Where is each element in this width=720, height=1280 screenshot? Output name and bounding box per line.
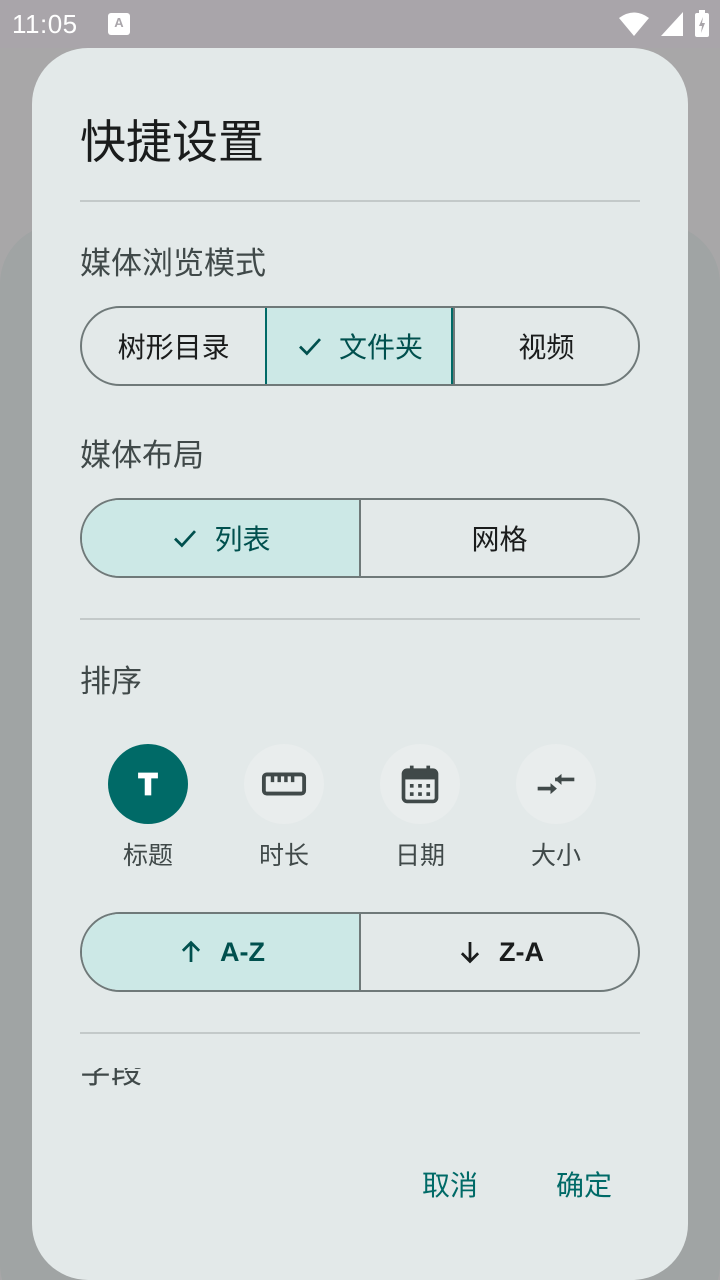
sort-icon-button[interactable] <box>380 744 460 824</box>
sort-by-title[interactable]: 标题 <box>98 744 198 872</box>
divider <box>80 200 640 202</box>
partial-label-text: 字段 <box>80 1068 142 1090</box>
sort-item-label: 标题 <box>122 841 173 870</box>
divider <box>80 1032 640 1034</box>
media-mode-video[interactable]: 视频 <box>452 308 638 384</box>
option-label: 网格 <box>471 523 528 556</box>
sort-by-size[interactable]: 大小 <box>506 744 606 872</box>
sort-item-label: 日期 <box>394 841 445 870</box>
sort-label: 排序 <box>80 664 142 700</box>
quick-settings-dialog: 快捷设置 媒体浏览模式 树形目录 文件夹 视频 媒体布局 列表 网格 排序 标题 <box>32 48 688 1280</box>
check-icon <box>295 331 325 361</box>
arrow-down-icon <box>455 937 485 967</box>
notification-icon: A <box>108 13 130 35</box>
calendar-icon <box>401 765 439 804</box>
option-label: 视频 <box>518 331 575 364</box>
sort-icon-button[interactable] <box>108 744 188 824</box>
confirm-button[interactable]: 确定 <box>556 1164 612 1204</box>
option-label: 文件夹 <box>338 331 423 364</box>
next-section-label-partial: 字段 <box>80 1068 142 1090</box>
sort-item-label: 大小 <box>530 841 581 870</box>
compare-arrows-icon <box>537 773 575 795</box>
battery-icon <box>695 10 709 37</box>
sort-icon-button[interactable] <box>516 744 596 824</box>
status-time: 11:05 <box>12 9 78 39</box>
option-label: Z-A <box>499 936 544 967</box>
media-mode-folder[interactable]: 文件夹 <box>265 308 453 384</box>
layout-grid[interactable]: 网格 <box>359 500 638 576</box>
sort-order-segmented: A-Z Z-A <box>80 912 640 992</box>
option-label: A-Z <box>220 936 265 967</box>
arrow-up-icon <box>176 937 206 967</box>
divider <box>80 618 640 620</box>
dialog-actions: 取消 确定 <box>422 1164 612 1204</box>
media-mode-segmented: 树形目录 文件夹 视频 <box>80 306 640 386</box>
check-icon <box>170 523 200 553</box>
dialog-title: 快捷设置 <box>80 115 264 169</box>
option-label: 树形目录 <box>117 331 230 364</box>
cellular-signal-icon <box>661 12 683 36</box>
sort-by-date[interactable]: 日期 <box>370 744 470 872</box>
sort-icon-button[interactable] <box>244 744 324 824</box>
order-descending[interactable]: Z-A <box>359 914 638 990</box>
sort-by-duration[interactable]: 时长 <box>234 744 334 872</box>
layout-list[interactable]: 列表 <box>82 500 359 576</box>
media-mode-tree[interactable]: 树形目录 <box>82 308 265 384</box>
cancel-button[interactable]: 取消 <box>422 1164 478 1204</box>
ruler-icon <box>261 772 307 796</box>
status-bar: 11:05 A <box>0 0 720 48</box>
sort-field-chooser: 标题 时长 日期 大小 <box>80 744 640 874</box>
media-layout-label: 媒体布局 <box>80 438 204 474</box>
order-ascending[interactable]: A-Z <box>82 914 359 990</box>
title-t-icon <box>138 772 158 796</box>
media-layout-segmented: 列表 网格 <box>80 498 640 578</box>
status-icons <box>618 10 710 38</box>
media-mode-label: 媒体浏览模式 <box>80 246 266 282</box>
wifi-icon <box>619 12 649 36</box>
sort-item-label: 时长 <box>258 841 309 870</box>
option-label: 列表 <box>214 523 271 556</box>
